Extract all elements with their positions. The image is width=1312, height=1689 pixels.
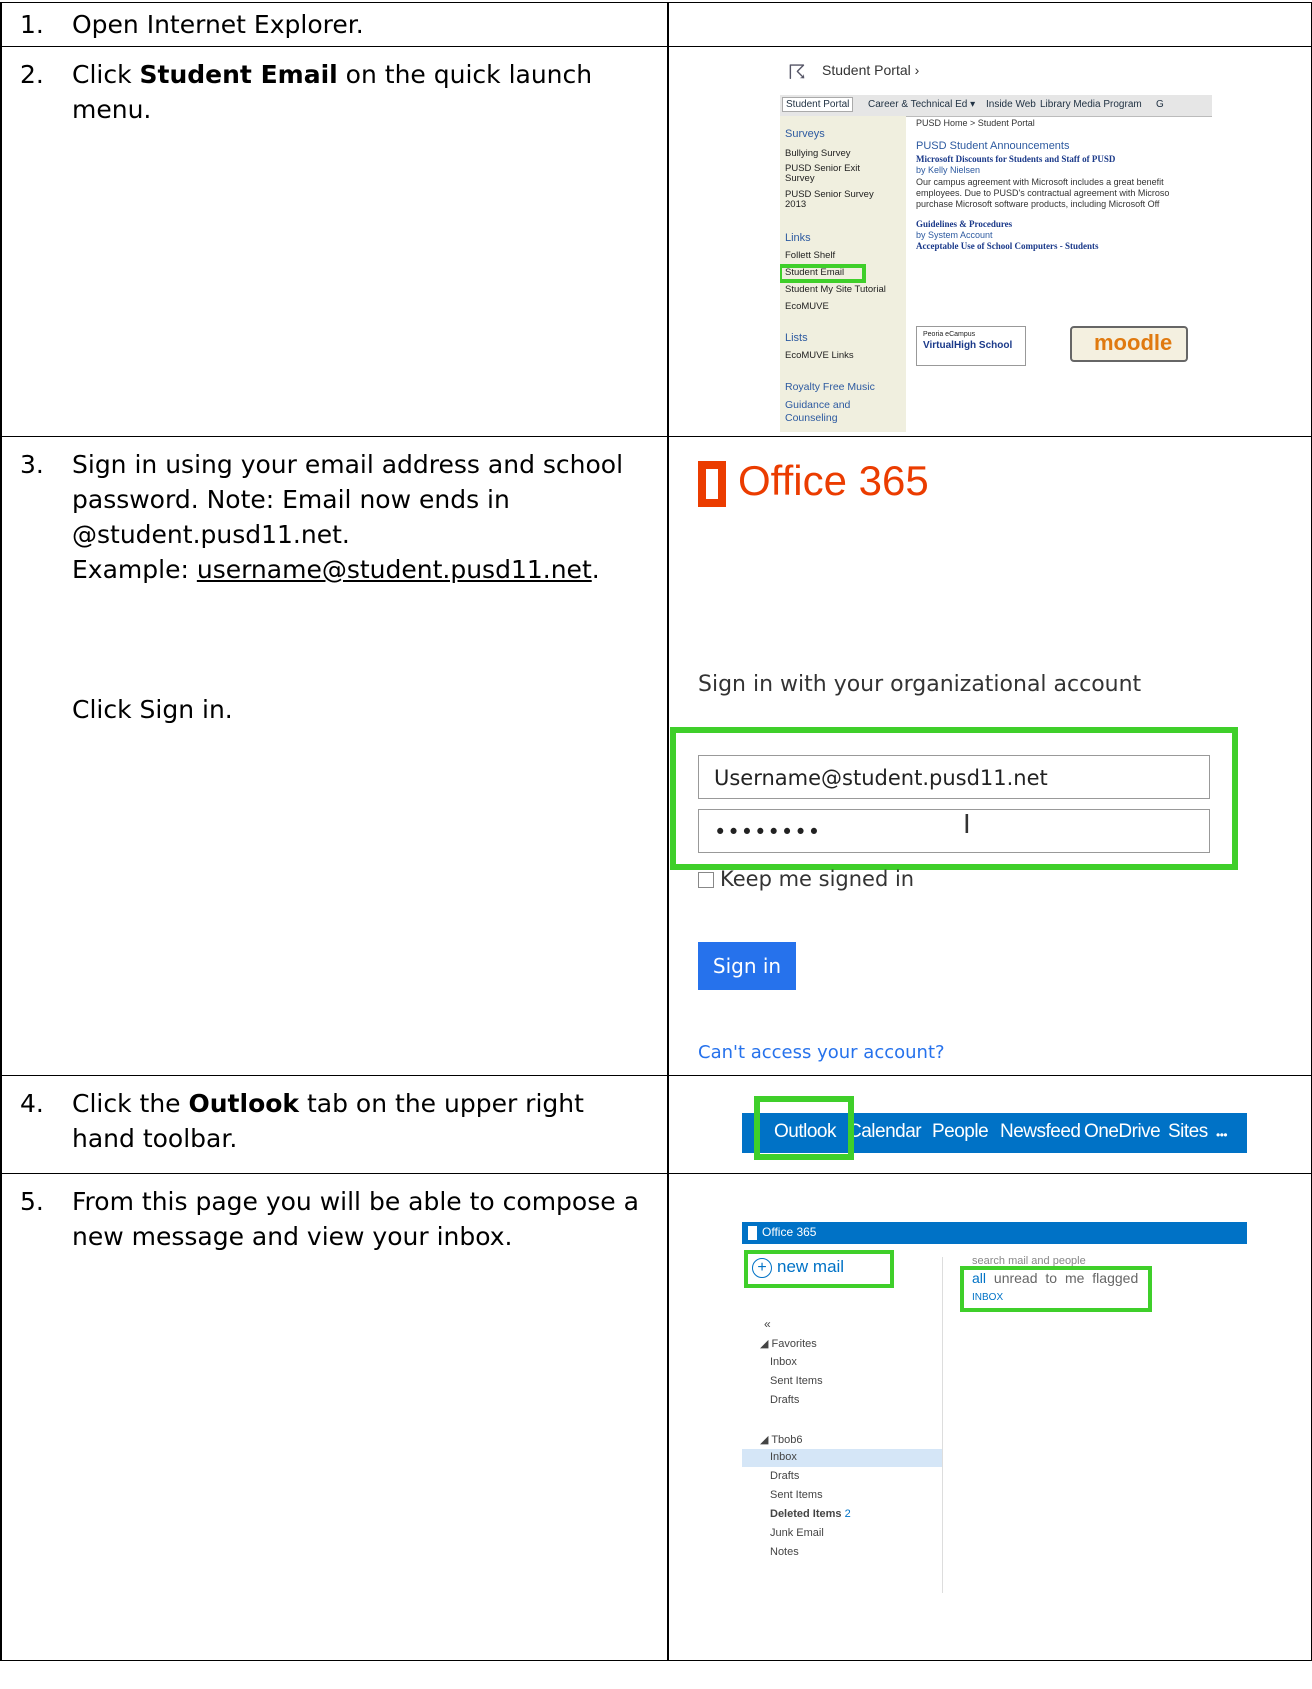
unread-count: 2 [844, 1508, 851, 1520]
step-number: 3. [20, 450, 44, 479]
step-number: 1. [20, 10, 44, 39]
nav-item-inside-web[interactable]: Inside Web [986, 99, 1036, 110]
step-4: 4. Click the Outlook tab on the upper ri… [20, 1086, 650, 1156]
step-3: 3. Sign in using your email address and … [20, 447, 650, 727]
step-5: 5. From this page you will be able to co… [20, 1184, 650, 1254]
menu-item[interactable]: PUSD Senior Exit Survey [785, 164, 875, 184]
table-row: 5. From this page you will be able to co… [0, 1173, 1312, 1661]
step-text: Click Student Email on the quick launch … [72, 60, 593, 124]
tab-newsfeed[interactable]: Newsfeed [1000, 1121, 1081, 1143]
announcements-title: PUSD Student Announcements [916, 140, 1070, 152]
owa-brand: Office 365 [762, 1225, 817, 1239]
folder-item[interactable]: Sent Items [770, 1375, 823, 1387]
menu-item[interactable]: EcoMUVE [785, 301, 829, 312]
menu-item[interactable]: PUSD Senior Survey 2013 [785, 190, 885, 210]
more-icon[interactable]: ••• [1216, 1128, 1228, 1142]
folder-item-deleted[interactable]: Deleted Items 2 [770, 1508, 851, 1520]
surveys-header: Surveys [785, 128, 825, 140]
tab-calendar[interactable]: Calendar [848, 1121, 922, 1143]
table-row: 4. Click the Outlook tab on the upper ri… [0, 1075, 1312, 1173]
menu-item[interactable]: Guidance and Counseling [785, 399, 865, 425]
menu-item[interactable]: Royalty Free Music [785, 381, 875, 393]
highlight-box [754, 1096, 854, 1160]
outlook-web-screenshot: Office 365 + new mail search mail and peo… [742, 1222, 1247, 1593]
tab-onedrive[interactable]: OneDrive [1084, 1121, 1161, 1143]
announcement-link[interactable]: Guidelines & Procedures [916, 219, 1012, 229]
step-number: 2. [20, 60, 44, 89]
nav-item-more[interactable]: G [1156, 99, 1164, 110]
sign-in-button[interactable]: Sign in [698, 942, 796, 990]
table-row: 3. Sign in using your email address and … [0, 436, 1312, 1075]
password-field[interactable]: •••••••• [698, 809, 1210, 853]
folder-item[interactable]: Drafts [770, 1470, 799, 1482]
folder-item[interactable]: Notes [770, 1546, 799, 1558]
checkbox-icon[interactable] [698, 872, 714, 888]
step-text: Open Internet Explorer. [72, 10, 364, 39]
announcement-author: by System Account [916, 230, 993, 240]
highlight-box [780, 264, 866, 283]
office-icon [698, 461, 726, 507]
step-text: Sign in using your email address and sch… [72, 447, 650, 727]
office365-logo: Office 365 [698, 457, 1078, 517]
moodle-logo[interactable]: moodle [1070, 326, 1188, 362]
folder-item[interactable]: Inbox [770, 1356, 797, 1368]
menu-item[interactable]: Student My Site Tutorial [785, 284, 886, 295]
highlight-box [960, 1266, 1152, 1312]
announcement-author: by Kelly Nielsen [916, 165, 981, 175]
text-cursor-icon: I [963, 810, 971, 840]
announcement-body: Our campus agreement with Microsoft incl… [916, 177, 1164, 187]
keep-signed-in[interactable]: Keep me signed in [698, 867, 914, 891]
nav-item-student-portal[interactable]: Student Portal [782, 97, 854, 112]
office-icon [748, 1226, 757, 1240]
folder-item[interactable]: Sent Items [770, 1489, 823, 1501]
announcement-body: employees. Due to PUSD's contractual agr… [916, 188, 1170, 198]
step-number: 5. [20, 1187, 44, 1216]
step-number: 4. [20, 1089, 44, 1118]
step-1: 1. Open Internet Explorer. [20, 7, 650, 42]
virtual-high-school-logo[interactable]: Peoria eCampus VirtualHigh School [916, 326, 1026, 366]
breadcrumb: PUSD Home > Student Portal [916, 118, 1035, 128]
example-email-link: username@student.pusd11.net [196, 555, 592, 584]
signin-title: Sign in with your organizational account [698, 672, 1142, 697]
nav-item-career[interactable]: Career & Technical Ed ▾ [868, 99, 975, 110]
step-2: 2. Click Student Email on the quick laun… [20, 57, 650, 127]
owa-header: Office 365 [742, 1222, 1247, 1244]
menu-item[interactable]: Bullying Survey [785, 148, 850, 159]
menu-item[interactable]: EcoMUVE Links [785, 350, 854, 361]
table-row: 1. Open Internet Explorer. [0, 2, 1312, 46]
cant-access-link[interactable]: Can't access your account? [698, 1042, 945, 1063]
credentials-highlight: Username@student.pusd11.net •••••••• [670, 727, 1238, 870]
table-row: 2. Click Student Email on the quick laun… [0, 46, 1312, 436]
portal-nav: Student Portal Career & Technical Ed ▾ I… [780, 95, 1212, 117]
tab-sites[interactable]: Sites [1168, 1121, 1208, 1143]
portal-title: Student Portal › [822, 62, 920, 78]
tab-people[interactable]: People [932, 1121, 989, 1143]
step-action: Click Sign in. [72, 695, 233, 724]
account-header[interactable]: ◢ Tbob6 [760, 1433, 803, 1446]
step-text: Click the Outlook tab on the upper right… [72, 1089, 584, 1153]
announcement-link[interactable]: Microsoft Discounts for Students and Sta… [916, 154, 1115, 164]
links-header: Links [785, 232, 811, 244]
collapse-icon[interactable]: « [764, 1317, 771, 1331]
student-portal-screenshot: ☈ Student Portal › Student Portal Career… [780, 52, 1212, 432]
favorites-header[interactable]: ◢ Favorites [760, 1337, 817, 1350]
step-text: From this page you will be able to compo… [72, 1187, 639, 1251]
office-toolbar-screenshot: Outlook Calendar People Newsfeed OneDriv… [742, 1096, 1247, 1160]
folder-item[interactable]: Drafts [770, 1394, 799, 1406]
announcement-link[interactable]: Acceptable Use of School Computers - Stu… [916, 241, 1099, 251]
folder-item[interactable]: Junk Email [770, 1527, 824, 1539]
menu-item[interactable]: Follett Shelf [785, 250, 835, 261]
lists-header: Lists [785, 332, 808, 344]
email-field[interactable]: Username@student.pusd11.net [698, 755, 1210, 799]
portal-logo-icon: ☈ [788, 62, 806, 84]
highlight-box [744, 1250, 894, 1288]
folder-item-inbox[interactable]: Inbox [742, 1449, 942, 1467]
nav-item-library[interactable]: Library Media Program [1040, 99, 1142, 110]
announcement-body: purchase Microsoft software products, in… [916, 199, 1160, 209]
